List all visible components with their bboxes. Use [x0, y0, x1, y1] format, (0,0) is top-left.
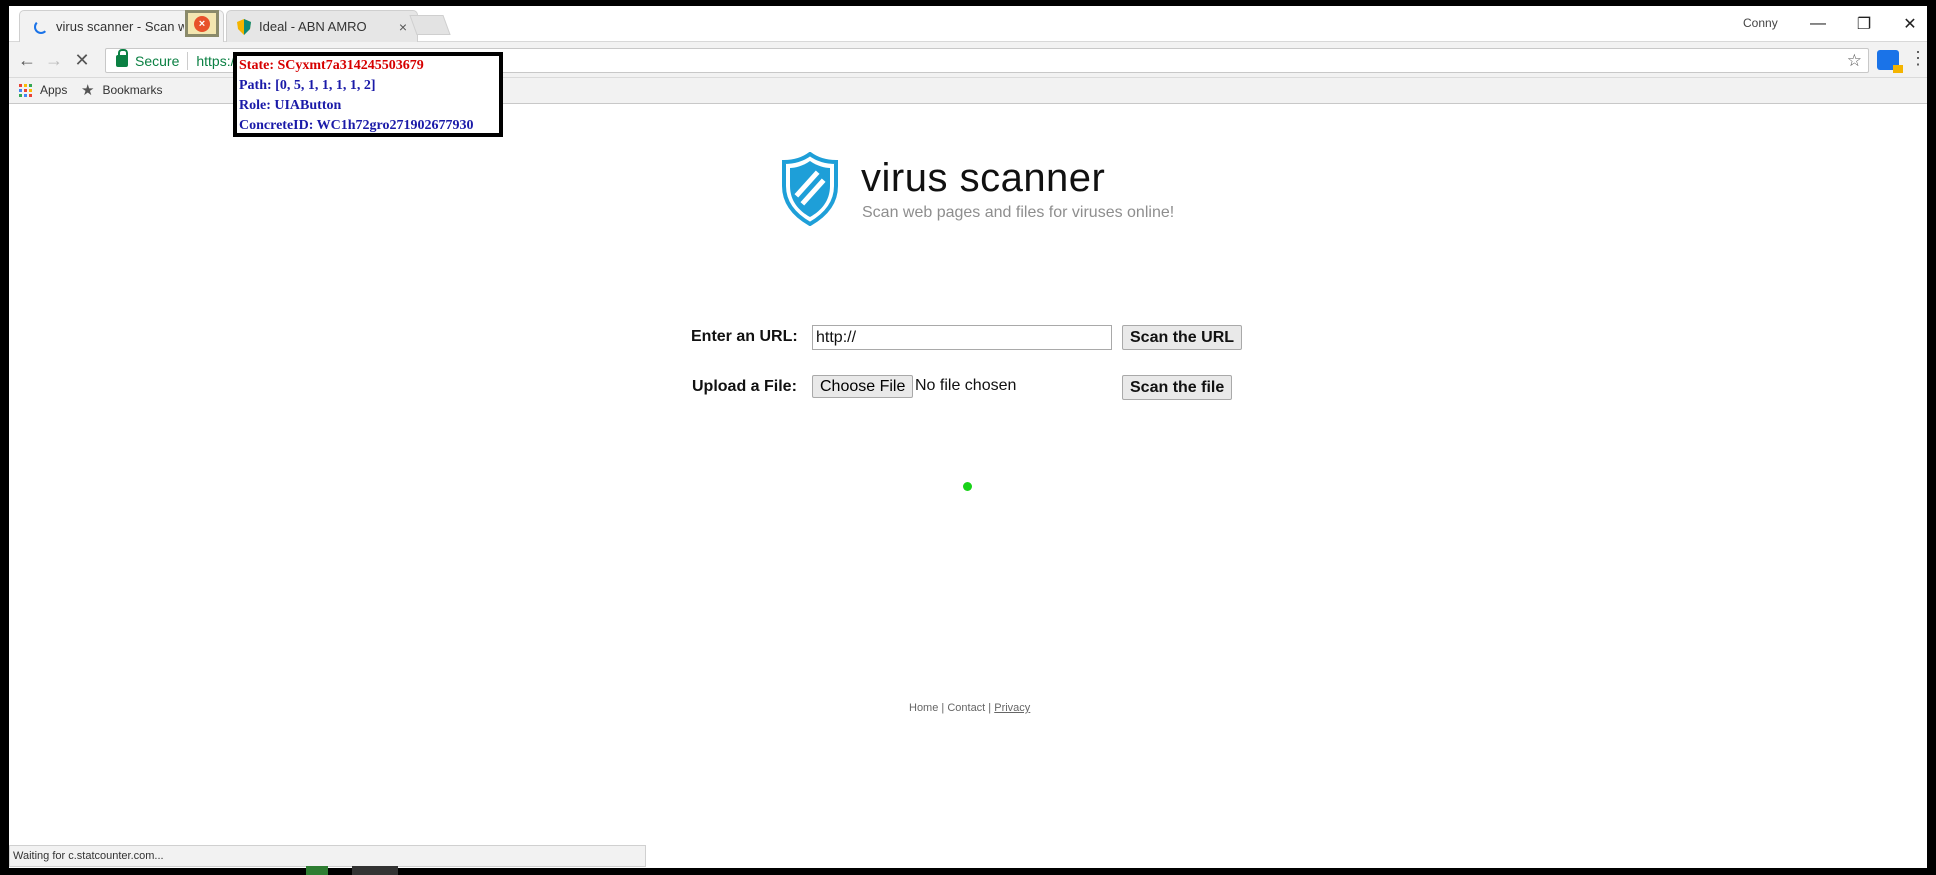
tab-close-button[interactable]: ×	[185, 10, 219, 37]
close-icon[interactable]: ×	[399, 19, 407, 35]
url-label: Enter an URL:	[691, 328, 798, 345]
cursor-dot	[963, 482, 972, 491]
choose-file-button[interactable]: Choose File	[812, 375, 914, 398]
file-label: Upload a File:	[692, 378, 797, 395]
tab-title: Ideal - ABN AMRO	[259, 19, 367, 34]
abn-amro-shield-icon	[237, 18, 251, 35]
privacy-link[interactable]: Privacy	[994, 702, 1030, 714]
tab-title: virus scanner - Scan web pages and files…	[56, 19, 184, 34]
forward-icon[interactable]: →	[42, 48, 66, 72]
menu-icon[interactable]: ⋮	[1909, 48, 1927, 69]
bookmark-star-icon[interactable]: ☆	[1847, 51, 1862, 71]
no-file-text: No file chosen	[915, 377, 1017, 394]
footer-links: Home | Contact | Privacy	[909, 702, 1030, 714]
new-tab-button[interactable]	[409, 15, 451, 35]
apps-grid-icon	[19, 83, 32, 97]
back-icon[interactable]: ←	[15, 48, 39, 72]
url-input[interactable]	[812, 325, 1112, 350]
scan-url-button[interactable]: Scan the URL	[1122, 325, 1243, 350]
status-bar: Waiting for c.statcounter.com...	[9, 845, 646, 867]
minimize-icon[interactable]: —	[1795, 10, 1841, 38]
profile-name[interactable]: Conny	[1743, 16, 1778, 30]
home-link[interactable]: Home	[909, 702, 938, 714]
contact-link[interactable]: Contact	[947, 702, 985, 714]
bookmarks-label: Bookmarks	[102, 83, 163, 97]
secure-label: Secure	[135, 52, 180, 69]
close-circle-icon: ×	[194, 15, 210, 32]
element-inspector-overlay: State: SCyxmt7a314245503679 Path: [0, 5,…	[233, 52, 503, 137]
star-icon: ★	[81, 82, 95, 99]
inspector-state: State: SCyxmt7a314245503679	[239, 58, 424, 73]
footer-separator: |	[938, 702, 948, 714]
page-title: virus scanner	[861, 156, 1106, 200]
close-icon[interactable]: ✕	[1887, 10, 1927, 38]
tab-strip: virus scanner - Scan web pages and files…	[9, 6, 1927, 42]
lock-icon	[116, 48, 128, 67]
taskbar-item[interactable]	[306, 866, 328, 875]
page-content: virus scanner Scan web pages and files f…	[9, 104, 1927, 868]
loading-spinner-icon	[34, 19, 48, 34]
inspector-path: Path: [0, 5, 1, 1, 1, 1, 2]	[239, 78, 376, 93]
scan-file-button[interactable]: Scan the file	[1122, 375, 1233, 400]
page-subtitle: Scan web pages and files for viruses onl…	[862, 204, 1175, 221]
inspector-concrete-id: ConcreteID: WC1h72gro271902677930	[239, 118, 474, 133]
shield-logo-icon	[782, 152, 838, 226]
bookmarks-folder[interactable]: ★ Bookmarks	[81, 81, 162, 99]
taskbar-item[interactable]	[352, 866, 398, 875]
inspector-role: Role: UIAButton	[239, 98, 342, 113]
extension-icon[interactable]	[1877, 50, 1903, 73]
tab-ideal-abn-amro[interactable]: Ideal - ABN AMRO ×	[226, 10, 418, 42]
restore-icon[interactable]: ❐	[1841, 10, 1887, 38]
stop-loading-icon[interactable]: ✕	[70, 48, 94, 72]
divider	[187, 51, 189, 70]
apps-shortcut[interactable]: Apps	[19, 83, 67, 97]
footer-separator: |	[985, 702, 995, 714]
apps-label: Apps	[40, 83, 68, 97]
